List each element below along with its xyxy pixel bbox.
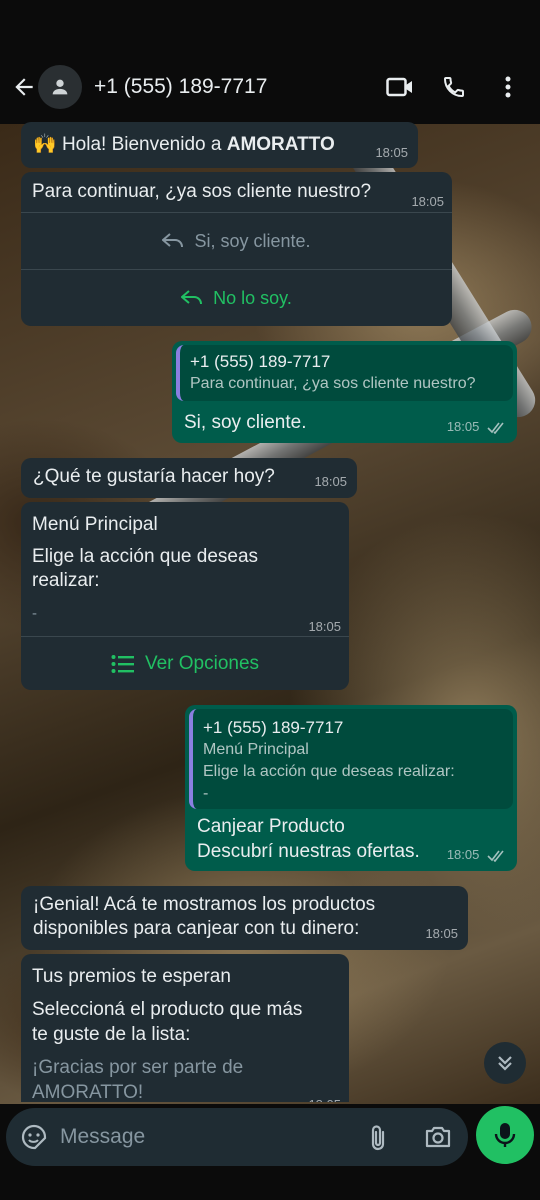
message-bubble: Menú Principal Elige la acción que desea… [21,502,349,690]
double-chevron-down-icon [498,1056,512,1071]
scroll-to-bottom-button[interactable] [484,1042,526,1084]
quoted-message[interactable]: +1 (555) 189-7717 Para continuar, ¿ya so… [176,345,513,401]
reply-button-label: Si, soy cliente. [194,231,311,251]
message-time: 18:05 [308,1093,341,1102]
status-bar [0,0,540,50]
message-text-line1: ¡Genial! Acá te mostramos los productos [33,894,376,915]
quoted-text: Para continuar, ¿ya sos cliente nuestro? [190,375,476,392]
list-title: Tus premios te esperan [32,966,231,987]
composer-bar: Message [0,1104,540,1200]
view-options-button[interactable]: Ver Opciones [21,636,349,690]
brand-name: AMORATTO [226,134,335,155]
sticker-icon[interactable] [20,1123,48,1151]
quoted-footer: - [203,785,209,802]
list-footer-line2: AMORATTO! [32,1082,144,1102]
message-text: ¿Qué te gustaría hacer hoy? [33,466,275,487]
list-body-line2: te guste de la lista: [32,1024,191,1045]
double-check-icon [487,422,504,434]
reply-button-si[interactable]: Si, soy cliente. [21,212,452,269]
message-time: 18:05 [446,847,480,862]
message-placeholder: Message [60,1125,146,1148]
list-footer-line1: ¡Gracias por ser parte de [32,1057,244,1078]
emoji: 🙌 [33,134,57,155]
list-body-line1: Seleccioná el producto que más [32,999,303,1020]
reply-icon [181,290,203,305]
message-input[interactable]: Message [6,1108,468,1166]
message-time: 18:05 [314,474,347,489]
view-options-label: Ver Opciones [144,652,260,674]
message-bubble[interactable]: ¿Qué te gustaría hacer hoy? 18:05 [21,458,357,498]
quoted-sender: +1 (555) 189-7717 [203,718,344,737]
reply-icon [162,233,184,248]
message-text: Si, soy cliente. [184,412,307,433]
message-text-line2: disponibles para canjear con tu dinero: [33,918,360,939]
message-bubble: Para continuar, ¿ya sos cliente nuestro?… [21,172,452,326]
menu-title: Menú Principal [32,514,158,535]
microphone-button[interactable] [476,1106,534,1164]
message-bubble[interactable]: +1 (555) 189-7717 Menú Principal Elige l… [185,705,517,871]
contact-name[interactable]: +1 (555) 189-7717 [94,75,267,99]
message-text: Para continuar, ¿ya sos cliente nuestro? [32,181,372,202]
message-time: 18:05 [375,145,408,160]
quoted-title: Menú Principal [203,741,309,758]
message-time: 18:05 [411,194,444,209]
list-icon [111,654,134,673]
message-time: 18:05 [425,926,458,941]
quoted-body: Elige la acción que deseas realizar: [203,763,455,780]
message-time: 18:05 [446,419,480,434]
quoted-message[interactable]: +1 (555) 189-7717 Menú Principal Elige l… [189,709,513,809]
message-bubble[interactable]: ¡Genial! Acá te mostramos los productos … [21,886,468,950]
message-text-line1: Canjear Producto [197,816,345,837]
reply-button-no[interactable]: No lo soy. [21,269,452,326]
message-bubble[interactable]: 🙌 Hola! Bienvenido a AMORATTO 18:05 [21,122,418,168]
quoted-sender: +1 (555) 189-7717 [190,352,331,371]
phone-call-icon[interactable] [430,65,478,109]
attach-icon[interactable] [368,1124,388,1157]
chat-header: +1 (555) 189-7717 [0,50,540,124]
reply-button-label: No lo soy. [213,288,292,308]
message-text: Hola! Bienvenido a [61,134,227,155]
message-text-line2: Descubrí nuestras ofertas. [197,841,420,862]
microphone-icon [494,1123,516,1147]
more-options-icon[interactable] [484,65,532,109]
menu-footer: - [32,605,37,622]
double-check-icon [487,850,504,862]
avatar[interactable] [38,65,82,109]
video-call-icon[interactable] [376,65,424,109]
menu-body: Elige la acción que deseas realizar: [32,546,259,591]
message-bubble[interactable]: Tus premios te esperan Seleccioná el pro… [21,954,349,1102]
message-bubble[interactable]: +1 (555) 189-7717 Para continuar, ¿ya so… [172,341,517,443]
camera-icon[interactable] [424,1125,452,1154]
